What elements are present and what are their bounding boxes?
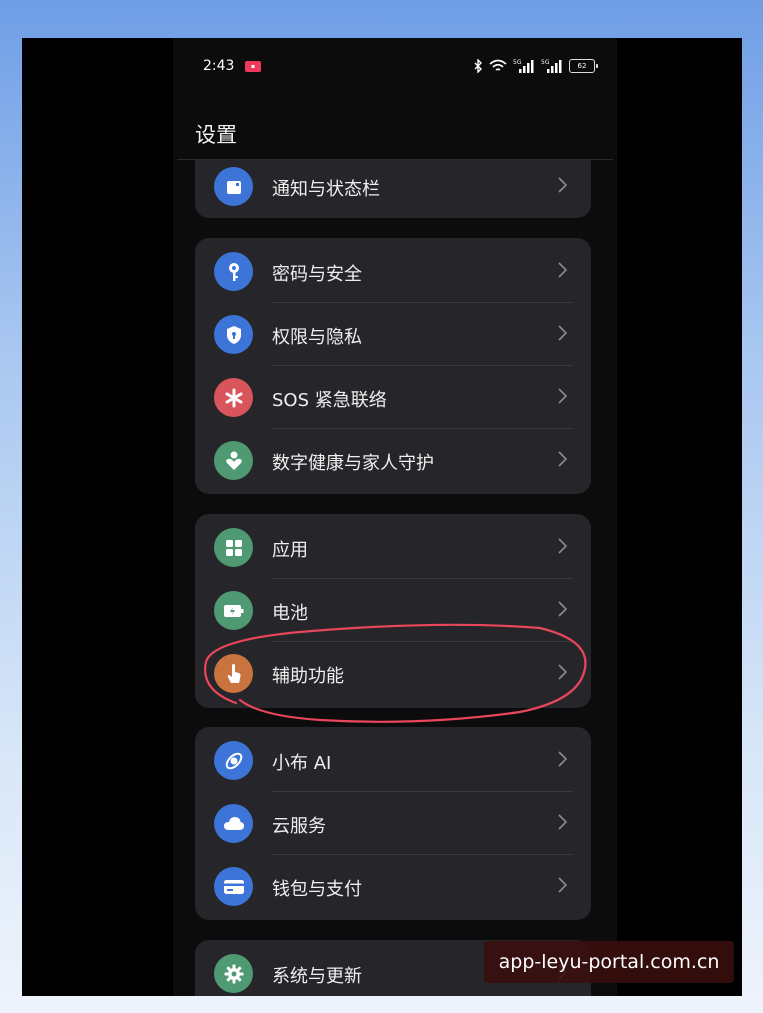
settings-item-permissions-privacy[interactable]: 权限与隐私 [195,303,591,366]
settings-item-label: 小布 AI [272,753,332,774]
status-time: 2:43 [203,58,235,74]
shield-icon [214,315,253,354]
settings-item-label: 钱包与支付 [272,879,362,900]
app-notification-icon: ▪ [245,61,261,72]
watermark-text: app-leyu-portal.com.cn [484,941,734,983]
status-icons: 5G 5G 62 [474,56,598,76]
battery-icon [214,591,253,630]
settings-item-accessibility[interactable]: 辅助功能 [195,642,591,705]
hand-pointer-icon [214,654,253,693]
page-title: 设置 [195,123,237,147]
notification-icon [214,167,253,206]
settings-item-digital-wellbeing[interactable]: 数字健康与家人守护 [195,429,591,492]
chevron-right-icon [558,601,567,617]
settings-item-xiaobu-ai[interactable]: 小布 AI [195,729,591,792]
settings-item-label: 应用 [272,540,308,561]
settings-group-notifications: 通知与状态栏 [195,160,591,218]
settings-item-sos[interactable]: SOS 紧急联络 [195,366,591,429]
settings-group-apps: 应用 电池 辅助功能 [195,514,591,708]
heart-person-icon [214,441,253,480]
settings-group-services: 小布 AI 云服务 钱包与支付 [195,727,591,920]
settings-group-security: 密码与安全 权限与隐私 SOS 紧急联络 数字健康与家人守护 [195,238,591,494]
settings-item-label: 数字健康与家人守护 [272,453,434,474]
chevron-right-icon [558,388,567,404]
chevron-right-icon [558,538,567,554]
chevron-right-icon [558,325,567,341]
settings-item-label: 辅助功能 [272,666,344,687]
status-bar: 2:43 ▪ 5G 5G 62 [173,38,617,98]
settings-item-label: 权限与隐私 [272,327,362,348]
settings-item-cloud-service[interactable]: 云服务 [195,792,591,855]
assistant-orbit-icon [214,741,253,780]
settings-item-wallet-payment[interactable]: 钱包与支付 [195,855,591,918]
settings-item-label: 密码与安全 [272,264,362,285]
settings-item-label: 通知与状态栏 [272,179,380,200]
settings-screen: 2:43 ▪ 5G 5G 62 设置 通知与状态栏 密码与安全 权限与隐私 SO… [173,38,617,996]
settings-item-label: 电池 [272,603,308,624]
chevron-right-icon [558,877,567,893]
settings-item-battery[interactable]: 电池 [195,579,591,642]
phone-frame: 2:43 ▪ 5G 5G 62 设置 通知与状态栏 密码与安全 权限与隐私 SO… [22,38,742,996]
chevron-right-icon [558,451,567,467]
signal-1-label: 5G [513,59,522,66]
settings-item-label: 云服务 [272,816,326,837]
gear-icon [214,954,253,993]
settings-item-password-security[interactable]: 密码与安全 [195,240,591,303]
bluetooth-icon [474,59,482,73]
apps-grid-icon [214,528,253,567]
asterisk-icon [214,378,253,417]
key-icon [214,252,253,291]
chevron-right-icon [558,814,567,830]
chevron-right-icon [558,751,567,767]
wallet-card-icon [214,867,253,906]
chevron-right-icon [558,664,567,680]
settings-item-notifications[interactable]: 通知与状态栏 [195,155,591,218]
chevron-right-icon [558,177,567,193]
cloud-icon [214,804,253,843]
cellular-signal-icon: 5G [513,59,534,73]
settings-item-label: 系统与更新 [272,966,362,987]
cellular-signal-icon-2: 5G [541,59,562,73]
wifi-icon [489,59,507,71]
chevron-right-icon [558,262,567,278]
battery-indicator: 62 [569,59,598,73]
settings-item-apps[interactable]: 应用 [195,516,591,579]
settings-item-label: SOS 紧急联络 [272,390,387,411]
signal-2-label: 5G [541,59,550,66]
